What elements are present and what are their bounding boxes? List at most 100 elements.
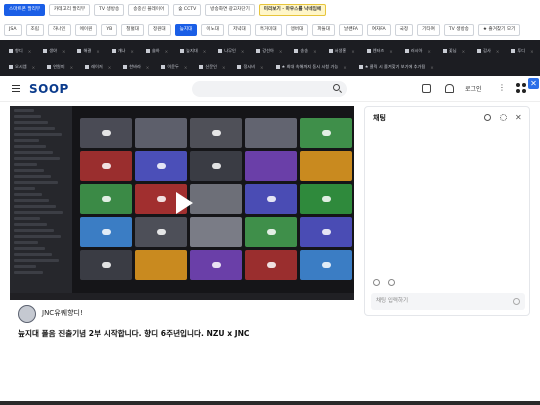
favorite-item[interactable]: ★ 클릭 시 즐겨찾기 보기에 추가됨 × bbox=[356, 64, 437, 70]
remove-favorite-icon[interactable]: × bbox=[496, 49, 500, 54]
favorite-item[interactable]: 서생홍 × bbox=[326, 48, 358, 54]
bookmark-second-10[interactable]: 흑거미대 bbox=[254, 24, 282, 36]
remove-favorite-icon[interactable]: × bbox=[203, 49, 207, 54]
video-player[interactable] bbox=[10, 106, 354, 300]
favorite-item[interactable]: 개나 × bbox=[109, 48, 137, 54]
more-options-icon[interactable]: ⋮ bbox=[498, 83, 506, 92]
bookmark-second-17[interactable]: TV 생방송 bbox=[443, 24, 474, 36]
bookmark-second-6[interactable]: 정원대 bbox=[147, 24, 171, 36]
favorite-item[interactable]: 이윤두 × bbox=[158, 64, 190, 70]
soop-logo[interactable]: SOOP bbox=[29, 82, 69, 96]
favorite-item[interactable]: 꽃님 × bbox=[440, 48, 468, 54]
remove-favorite-icon[interactable]: × bbox=[146, 65, 150, 70]
favorite-item[interactable]: 감사 × bbox=[474, 48, 502, 54]
bookmark-top-6[interactable]: 미리보기 · 마우스를 낙네임에 bbox=[258, 4, 327, 16]
search-input[interactable] bbox=[192, 81, 347, 97]
remove-favorite-icon[interactable]: × bbox=[62, 49, 66, 54]
chat-shop-icon[interactable] bbox=[388, 279, 395, 286]
remove-favorite-icon[interactable]: × bbox=[130, 49, 134, 54]
remove-favorite-icon[interactable]: × bbox=[430, 65, 434, 70]
favorite-item[interactable]: 신문인 × bbox=[196, 64, 228, 70]
bookmark-top-1[interactable]: 카테고리 팔리부 bbox=[49, 4, 91, 16]
favorite-label: 개나 bbox=[117, 48, 126, 53]
remove-favorite-icon[interactable]: × bbox=[184, 65, 188, 70]
bookmark-second-1[interactable]: 조립 bbox=[25, 24, 44, 36]
login-button[interactable]: 로그인 bbox=[465, 84, 482, 93]
remove-favorite-icon[interactable]: × bbox=[530, 49, 534, 54]
favorite-item[interactable]: 한바라 × bbox=[120, 64, 152, 70]
favorite-item[interactable]: ★ 최대 속해까지 동시 시청 가능 × bbox=[273, 64, 350, 70]
remove-favorite-icon[interactable]: × bbox=[108, 65, 112, 70]
remove-favorite-icon[interactable]: × bbox=[351, 49, 355, 54]
streamer-name[interactable]: JNC유퀘향디! bbox=[42, 308, 83, 318]
menu-icon[interactable] bbox=[12, 85, 20, 92]
chat-close-icon[interactable]: ✕ bbox=[515, 114, 522, 122]
remove-favorite-icon[interactable]: × bbox=[165, 49, 169, 54]
bookmark-second-16[interactable]: 기타여 bbox=[417, 24, 440, 36]
favorite-item[interactable]: 해결 × bbox=[74, 48, 102, 54]
bookmark-second-13[interactable]: 날쌘FA bbox=[339, 24, 363, 36]
favorite-item[interactable]: 향디 × bbox=[6, 48, 34, 54]
bookmark-second-4[interactable]: YB bbox=[101, 24, 118, 36]
favorite-label: 이윤두 bbox=[167, 64, 179, 69]
bookmark-second-2[interactable]: 하나인 bbox=[47, 24, 71, 36]
favorite-item[interactable]: 슬하 × bbox=[143, 48, 171, 54]
bookmark-second-0[interactable]: JSA bbox=[4, 24, 22, 36]
bookmark-second-8[interactable]: 이노대 bbox=[201, 24, 225, 36]
bookmark-second-14[interactable]: 여자FA bbox=[366, 24, 391, 36]
remove-favorite-icon[interactable]: × bbox=[462, 49, 466, 54]
favorite-item[interactable]: 러시아 × bbox=[402, 48, 434, 54]
remove-favorite-icon[interactable]: × bbox=[28, 49, 32, 54]
remove-favorite-icon[interactable]: × bbox=[32, 65, 36, 70]
favorite-item[interactable]: 정시비 × bbox=[234, 64, 266, 70]
floating-close-button[interactable]: ✕ bbox=[528, 78, 539, 89]
bookmark-top-3[interactable]: 송중신 플레이어 bbox=[128, 4, 170, 16]
apps-grid-icon[interactable] bbox=[516, 83, 526, 93]
sidebar-line bbox=[14, 265, 36, 268]
emoji-icon[interactable] bbox=[513, 298, 520, 305]
bookmark-second-15[interactable]: 국정 bbox=[394, 24, 414, 36]
favorite-thumb-icon bbox=[47, 65, 52, 69]
remove-favorite-icon[interactable]: × bbox=[389, 49, 393, 54]
remove-favorite-icon[interactable]: × bbox=[343, 65, 347, 70]
favorite-item[interactable]: 레이저 × bbox=[82, 64, 114, 70]
bookmark-top-5[interactable]: 방송화면 광고차단기 bbox=[205, 4, 255, 16]
bookmark-top-0[interactable]: 스마트폰 팔리부 bbox=[4, 4, 46, 16]
remove-favorite-icon[interactable]: × bbox=[222, 65, 226, 70]
remove-favorite-icon[interactable]: × bbox=[70, 65, 74, 70]
chat-input[interactable]: 채팅 입력하기 bbox=[371, 293, 525, 310]
favorite-item[interactable]: 오시엠 × bbox=[6, 64, 38, 70]
favorite-item[interactable]: 생야 × bbox=[40, 48, 68, 54]
notification-bell-icon[interactable] bbox=[445, 84, 454, 93]
favorite-item[interactable]: 늪지대 × bbox=[177, 48, 209, 54]
chat-users-icon[interactable] bbox=[484, 114, 491, 121]
remove-favorite-icon[interactable]: × bbox=[313, 49, 317, 54]
search-icon[interactable] bbox=[333, 84, 340, 91]
bookmark-second-5[interactable]: 철혈대 bbox=[121, 24, 144, 36]
bookmark-second-11[interactable]: 앵버대 bbox=[285, 24, 309, 36]
favorite-item[interactable]: 송송 × bbox=[291, 48, 319, 54]
remove-favorite-icon[interactable]: × bbox=[241, 49, 245, 54]
broadcast-icon[interactable] bbox=[422, 84, 431, 93]
bookmark-second-9[interactable]: 저녁대 bbox=[228, 24, 251, 36]
favorite-item[interactable]: 연원미 × bbox=[44, 64, 76, 70]
bookmark-second-12[interactable]: 파들대 bbox=[312, 24, 336, 36]
bookmark-second-18[interactable]: ★ 즐겨찾기 모기 bbox=[477, 24, 521, 36]
remove-favorite-icon[interactable]: × bbox=[279, 49, 283, 54]
chat-emoticon-icon[interactable] bbox=[373, 279, 380, 286]
favorite-item[interactable]: 나무인 × bbox=[215, 48, 247, 54]
chat-settings-icon[interactable] bbox=[500, 114, 507, 121]
bookmark-top-4[interactable]: 숲 CCTV bbox=[173, 4, 202, 16]
remove-favorite-icon[interactable]: × bbox=[427, 49, 431, 54]
favorite-item[interactable]: 엔터즈 × bbox=[364, 48, 396, 54]
remove-favorite-icon[interactable]: × bbox=[260, 65, 264, 70]
favorite-item[interactable]: 강선아 × bbox=[253, 48, 285, 54]
streamer-avatar[interactable] bbox=[18, 305, 36, 323]
bookmark-second-3[interactable]: 에이원 bbox=[74, 24, 98, 36]
play-icon[interactable] bbox=[176, 192, 193, 214]
bookmark-top-2[interactable]: TV 생방송 bbox=[94, 4, 125, 16]
sidebar-line bbox=[14, 211, 63, 214]
remove-favorite-icon[interactable]: × bbox=[96, 49, 100, 54]
favorite-item[interactable]: 투디 × bbox=[508, 48, 536, 54]
bookmark-second-7[interactable]: 늪지대 bbox=[174, 24, 198, 36]
